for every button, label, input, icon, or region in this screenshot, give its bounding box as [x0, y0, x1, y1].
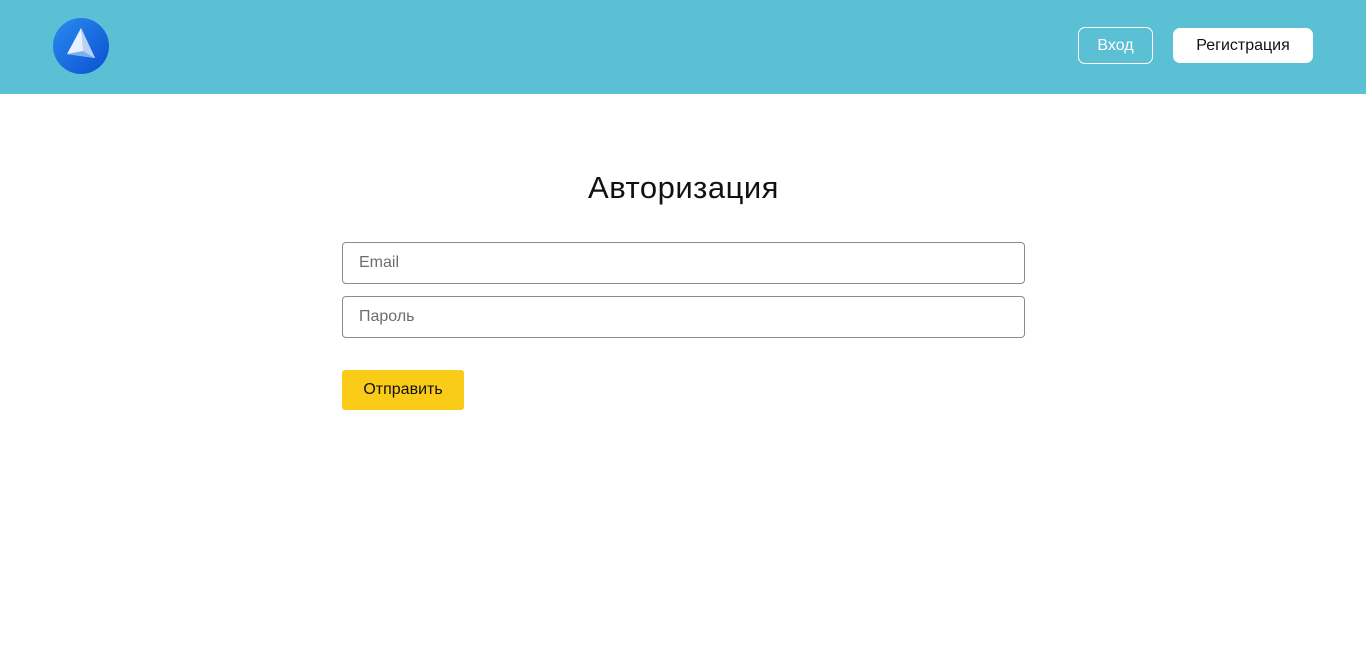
email-field[interactable]: [342, 242, 1025, 284]
register-button[interactable]: Регистрация: [1173, 28, 1313, 63]
submit-button[interactable]: Отправить: [342, 370, 464, 410]
password-field[interactable]: [342, 296, 1025, 338]
top-header: Вход Регистрация: [0, 0, 1366, 94]
page-title: Авторизация: [588, 170, 779, 205]
site-logo-icon[interactable]: [53, 18, 109, 74]
login-button[interactable]: Вход: [1078, 27, 1153, 64]
